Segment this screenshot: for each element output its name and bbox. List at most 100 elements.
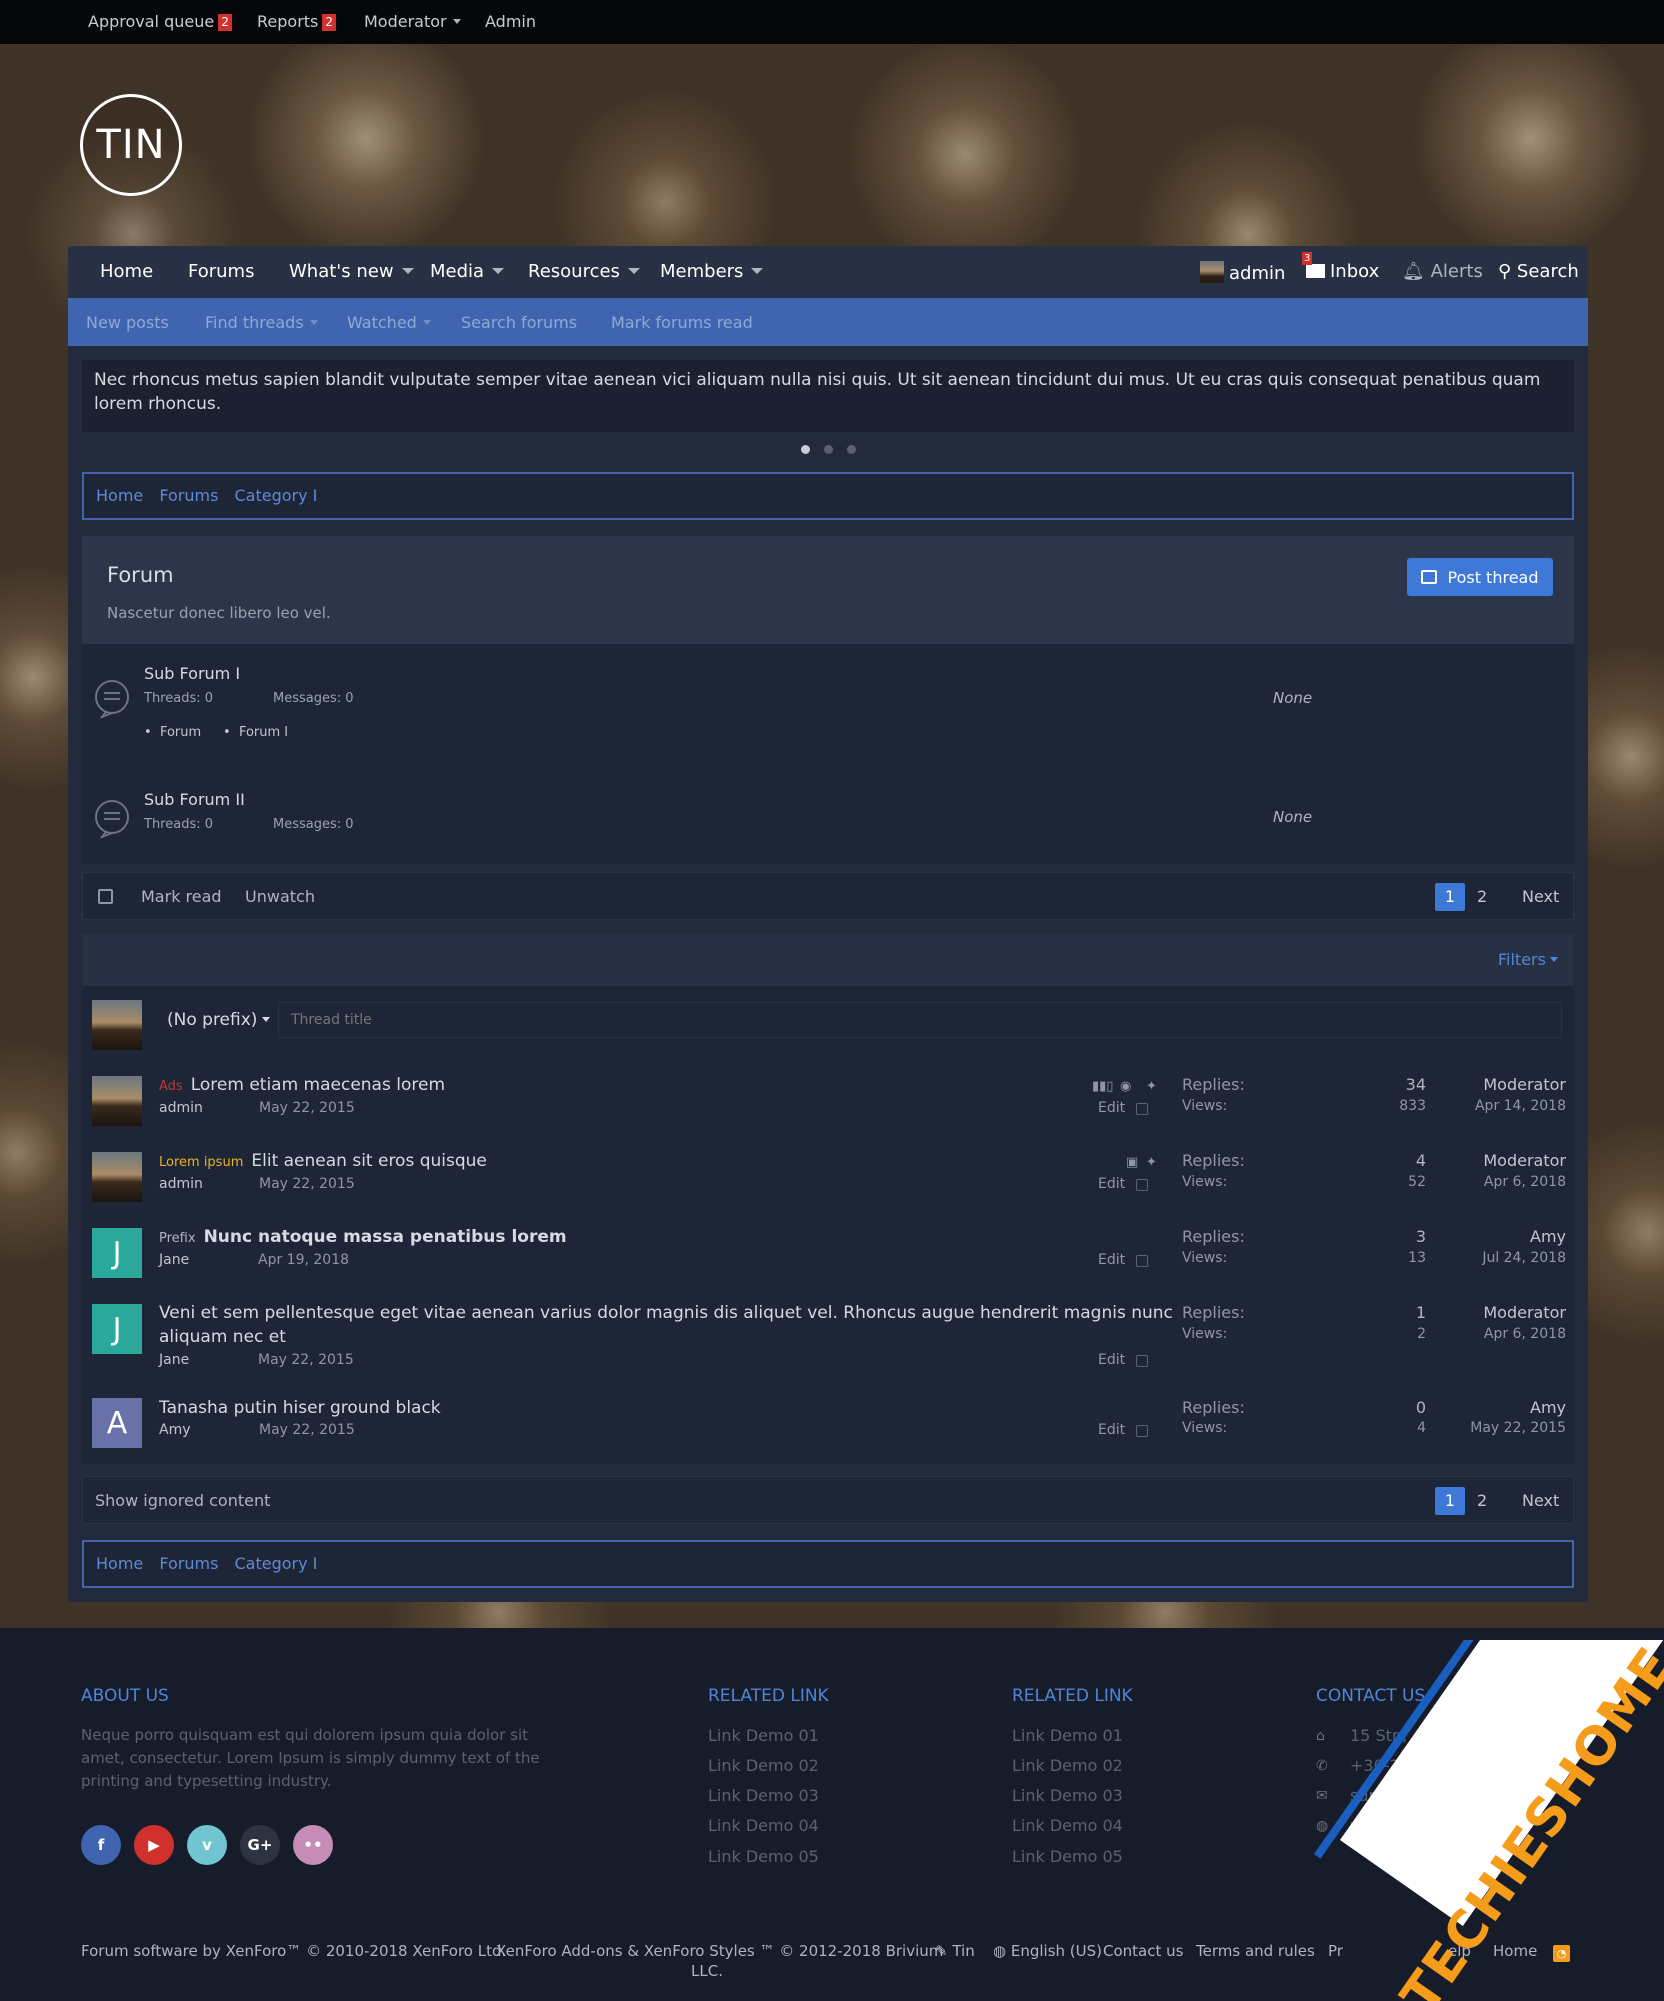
footer-link[interactable]: Link Demo 04 — [1012, 1816, 1123, 1835]
last-poster[interactable]: Amy — [1406, 1227, 1566, 1246]
thread-title[interactable]: Lorem ipsum Elit aenean sit eros quisque — [159, 1151, 487, 1171]
contact-website[interactable]: www.brivium.com — [1350, 1816, 1493, 1835]
chevron-down-icon[interactable] — [309, 320, 318, 325]
next-page-button[interactable]: Next — [1522, 1487, 1559, 1515]
approval-queue-link[interactable]: Approval queue 2 — [88, 12, 232, 31]
thread-title-continued[interactable]: aliquam nec et — [159, 1327, 286, 1347]
show-ignored-button[interactable]: Show ignored content — [95, 1491, 270, 1510]
nav-media[interactable]: Media — [430, 261, 505, 282]
subnav-new-posts[interactable]: New posts — [86, 313, 169, 332]
subnav-find-threads[interactable]: Find threads — [205, 313, 318, 332]
vimeo-icon[interactable]: v — [187, 1825, 227, 1865]
breadcrumb-category[interactable]: Category I — [235, 1554, 318, 1573]
thread-author[interactable]: Jane — [159, 1252, 189, 1268]
help-link[interactable]: elp — [1448, 1942, 1471, 1960]
footer-link[interactable]: Link Demo 02 — [708, 1756, 819, 1775]
nav-search[interactable]: ⚲ Search — [1498, 261, 1579, 282]
footer-link[interactable]: Link Demo 03 — [708, 1786, 819, 1805]
thread-title[interactable]: Tanasha putin hiser ground black — [159, 1398, 441, 1418]
copyright-xenforo[interactable]: Forum software by XenForo™ © 2010-2018 X… — [81, 1942, 506, 1960]
thread-title[interactable]: Prefix Nunc natoque massa penatibus lorem — [159, 1227, 567, 1247]
nav-whats-new[interactable]: What's new — [289, 261, 414, 282]
thread-title-input[interactable] — [278, 1002, 1562, 1038]
thread-author[interactable]: Amy — [159, 1422, 191, 1438]
footer-link[interactable]: Link Demo 01 — [1012, 1726, 1123, 1745]
checkbox-icon[interactable] — [98, 889, 113, 904]
edit-link[interactable]: Edit — [1098, 1352, 1125, 1368]
thread-title[interactable]: Ads Lorem etiam maecenas lorem — [159, 1075, 445, 1095]
last-post-date[interactable]: Apr 6, 2018 — [1406, 1174, 1566, 1190]
moderator-menu[interactable]: Moderator — [364, 12, 461, 31]
nav-home[interactable]: Home — [100, 261, 153, 282]
nav-members[interactable]: Members — [660, 261, 764, 282]
thread-title[interactable]: Veni et sem pellentesque eget vitae aene… — [159, 1303, 1173, 1323]
footer-home-link[interactable]: Home — [1493, 1942, 1537, 1960]
page-1-button[interactable]: 1 — [1435, 883, 1465, 911]
edit-link[interactable]: Edit — [1098, 1100, 1125, 1116]
footer-link[interactable]: Link Demo 05 — [1012, 1847, 1123, 1866]
language-chooser[interactable]: ◍ English (US) — [993, 1942, 1102, 1960]
reports-link[interactable]: Reports 2 — [257, 12, 337, 31]
terms-link[interactable]: Terms and rules — [1196, 1942, 1315, 1960]
last-poster[interactable]: Moderator — [1406, 1151, 1566, 1170]
page-2-button[interactable]: 2 — [1477, 883, 1487, 911]
avatar[interactable] — [92, 1152, 142, 1202]
thread-select-checkbox[interactable] — [1136, 1103, 1148, 1115]
style-chooser[interactable]: ✎ Tin — [935, 1942, 975, 1960]
last-post-date[interactable]: May 22, 2015 — [1406, 1420, 1566, 1436]
nav-inbox[interactable]: 3 Inbox — [1302, 252, 1379, 282]
next-page-button[interactable]: Next — [1522, 883, 1559, 911]
last-post-date[interactable]: Jul 24, 2018 — [1406, 1250, 1566, 1266]
subforum-child-link[interactable]: • Forum — [144, 725, 201, 740]
chevron-down-icon[interactable] — [627, 268, 640, 274]
edit-link[interactable]: Edit — [1098, 1422, 1125, 1438]
avatar[interactable]: J — [92, 1228, 142, 1278]
subforum-title[interactable]: Sub Forum II — [144, 790, 245, 809]
nav-alerts[interactable]: 🔔︎ Alerts — [1402, 261, 1483, 282]
avatar[interactable]: A — [92, 1398, 142, 1448]
nav-resources[interactable]: Resources — [528, 261, 640, 282]
last-post-date[interactable]: Apr 6, 2018 — [1406, 1326, 1566, 1342]
chevron-down-icon[interactable] — [492, 268, 505, 274]
footer-link[interactable]: Link Demo 01 — [708, 1726, 819, 1745]
subforum-child-link[interactable]: • Forum I — [223, 725, 288, 740]
subnav-search-forums[interactable]: Search forums — [461, 313, 577, 332]
footer-link[interactable]: Link Demo 05 — [708, 1847, 819, 1866]
breadcrumb-forums[interactable]: Forums — [159, 1554, 218, 1573]
contact-us-link[interactable]: Contact us — [1103, 1942, 1183, 1960]
breadcrumb-forums[interactable]: Forums — [159, 486, 218, 505]
thread-select-checkbox[interactable] — [1136, 1255, 1148, 1267]
facebook-icon[interactable]: f — [81, 1825, 121, 1865]
last-post-date[interactable]: Apr 14, 2018 — [1406, 1098, 1566, 1114]
subnav-watched[interactable]: Watched — [347, 313, 431, 332]
last-poster[interactable]: Amy — [1406, 1398, 1566, 1417]
site-logo[interactable]: TIN — [80, 94, 182, 196]
chevron-down-icon[interactable] — [401, 268, 414, 274]
google-plus-icon[interactable]: G+ — [240, 1825, 280, 1865]
breadcrumb-category[interactable]: Category I — [235, 486, 318, 505]
copyright-brivium[interactable]: XenForo Add-ons & XenForo Styles ™ © 201… — [496, 1942, 943, 1960]
breadcrumb-home[interactable]: Home — [96, 486, 143, 505]
chevron-down-icon[interactable] — [751, 268, 764, 274]
filters-menu[interactable]: Filters — [1498, 950, 1558, 969]
notice-dot[interactable] — [800, 445, 810, 454]
thread-select-checkbox[interactable] — [1136, 1355, 1148, 1367]
chevron-down-icon[interactable] — [422, 320, 431, 325]
thread-author[interactable]: admin — [159, 1100, 203, 1116]
mark-read-button[interactable]: Mark read — [141, 887, 222, 906]
nav-forums[interactable]: Forums — [188, 261, 254, 282]
copyright-brivium-cont[interactable]: LLC. — [691, 1962, 723, 1980]
unwatch-button[interactable]: Unwatch — [245, 887, 315, 906]
youtube-icon[interactable]: ▶ — [134, 1825, 174, 1865]
privacy-link[interactable]: Pr — [1328, 1942, 1343, 1960]
edit-link[interactable]: Edit — [1098, 1176, 1125, 1192]
avatar[interactable] — [92, 1076, 142, 1126]
avatar[interactable]: J — [92, 1304, 142, 1354]
thread-author[interactable]: admin — [159, 1176, 203, 1192]
admin-link[interactable]: Admin — [485, 12, 536, 31]
thread-author[interactable]: Jane — [159, 1352, 189, 1368]
thread-select-checkbox[interactable] — [1136, 1179, 1148, 1191]
last-poster[interactable]: Moderator — [1406, 1303, 1566, 1322]
notice-dot[interactable] — [823, 445, 833, 454]
subnav-mark-read[interactable]: Mark forums read — [611, 313, 753, 332]
